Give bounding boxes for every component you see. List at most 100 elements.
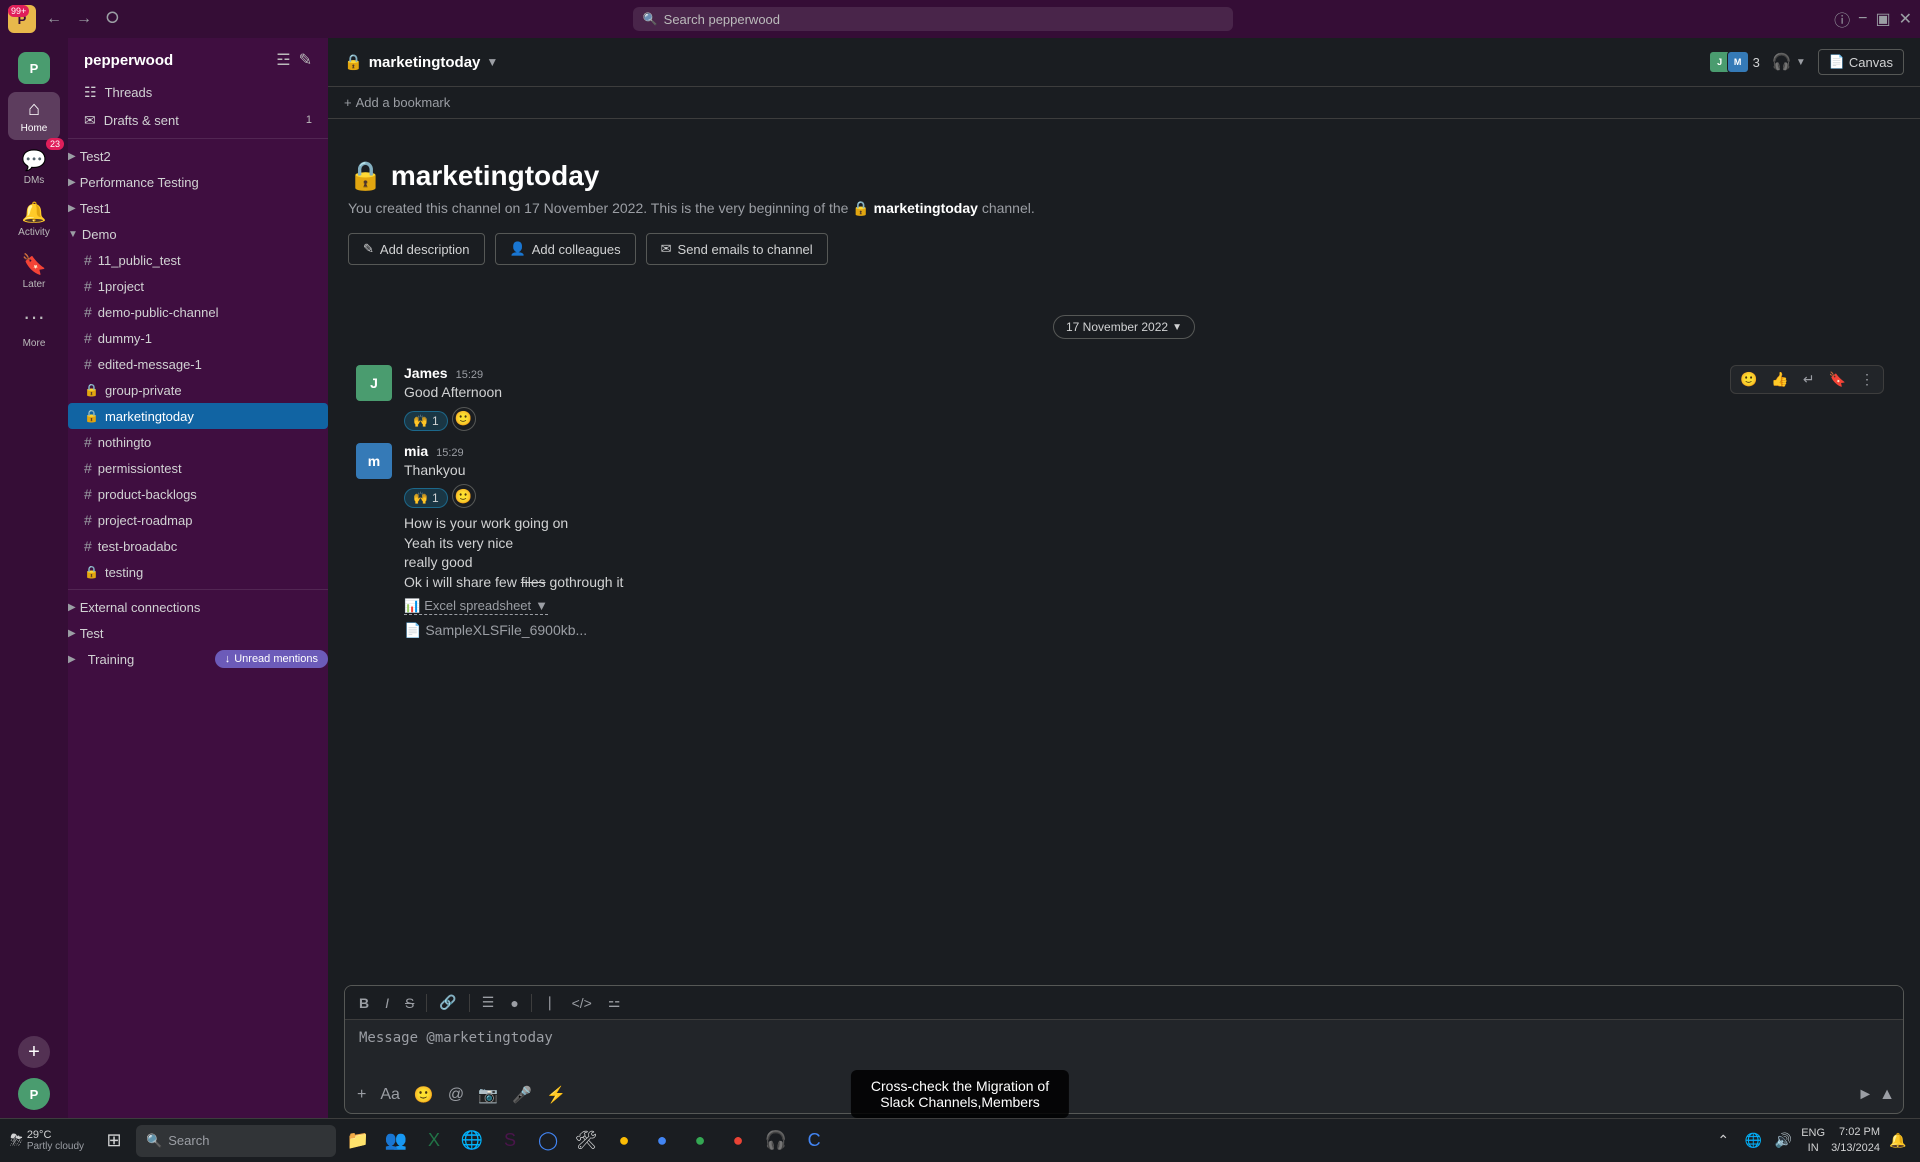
add-button[interactable]: + bbox=[353, 1082, 370, 1108]
sidebar-channel-test-broadabc[interactable]: # test-broadabc bbox=[68, 533, 328, 559]
code-button[interactable]: </> bbox=[566, 991, 598, 1015]
italic-button[interactable]: I bbox=[379, 991, 395, 1015]
table-button[interactable]: ⚍ bbox=[602, 990, 627, 1015]
sidebar-channel-1project[interactable]: # 1project bbox=[68, 273, 328, 299]
mention-button[interactable]: @ bbox=[444, 1082, 468, 1108]
strikethrough-button[interactable]: S bbox=[399, 991, 420, 1015]
sidebar-channel-nothingto[interactable]: # nothingto bbox=[68, 429, 328, 455]
unread-mentions-badge[interactable]: Unread mentions bbox=[215, 650, 328, 668]
sidebar-channel-marketingtoday[interactable]: 🔒 marketingtoday bbox=[68, 403, 328, 429]
sidebar-item-threads[interactable]: ☷ Threads bbox=[68, 78, 328, 106]
sidebar-channel-project-roadmap[interactable]: # project-roadmap bbox=[68, 507, 328, 533]
minimize-button[interactable]: − bbox=[1858, 10, 1867, 28]
block-quote-button[interactable]: ❘ bbox=[538, 990, 562, 1015]
network-icon[interactable]: 🌐 bbox=[1741, 1129, 1765, 1153]
nav-history-button[interactable]: ⭘ bbox=[102, 6, 123, 32]
taskbar-chrome4[interactable]: ● bbox=[682, 1123, 718, 1159]
link-button[interactable]: 🔗 bbox=[433, 990, 462, 1015]
add-workspace-button[interactable]: + bbox=[18, 1036, 50, 1068]
bookmark-action[interactable]: 🔖 bbox=[1824, 368, 1851, 391]
nav-back-button[interactable]: ← bbox=[42, 6, 66, 32]
start-button[interactable]: ⊞ bbox=[96, 1123, 132, 1159]
ordered-list-button[interactable]: ☰ bbox=[476, 990, 501, 1015]
sidebar-channel-testing[interactable]: 🔒 testing bbox=[68, 559, 328, 585]
taskbar-app2[interactable]: 🎧 bbox=[758, 1123, 794, 1159]
sidebar-channel-11public[interactable]: # 11_public_test bbox=[68, 247, 328, 273]
taskbar-chrome5[interactable]: ● bbox=[720, 1123, 756, 1159]
sidebar-item-training[interactable]: ▶ Training Unread mentions bbox=[68, 646, 328, 672]
sidebar-item-performance-testing[interactable]: ▶ Performance Testing bbox=[68, 169, 328, 195]
react-action[interactable]: 🙂 bbox=[1735, 368, 1762, 391]
date-pill[interactable]: 17 November 2022 ▼ bbox=[1053, 315, 1195, 339]
members-button[interactable]: J M 3 bbox=[1713, 51, 1760, 73]
font-button[interactable]: Aa bbox=[376, 1082, 404, 1108]
taskbar-ie[interactable]: 🌐 bbox=[454, 1123, 490, 1159]
sidebar-item-test1[interactable]: ▶ Test1 bbox=[68, 195, 328, 221]
unordered-list-button[interactable]: ● bbox=[504, 991, 524, 1015]
reply-action[interactable]: ↵ bbox=[1798, 368, 1820, 391]
notification-icon[interactable]: 🔔 bbox=[1886, 1129, 1910, 1153]
add-colleagues-button[interactable]: 👤 Add colleagues bbox=[495, 233, 636, 265]
taskbar-app1[interactable]: 🛠 bbox=[568, 1123, 604, 1159]
send-emails-button[interactable]: ✉ Send emails to channel bbox=[646, 233, 828, 265]
reaction-button[interactable]: 🙌 1 bbox=[404, 488, 448, 508]
sidebar-channel-permissiontest[interactable]: # permissiontest bbox=[68, 455, 328, 481]
message-input[interactable] bbox=[345, 1020, 1903, 1072]
sidebar-item-drafts[interactable]: ✉ Drafts & sent 1 bbox=[68, 106, 328, 134]
maximize-button[interactable]: ▣ bbox=[1875, 9, 1890, 29]
taskbar-chrome6[interactable]: C bbox=[796, 1123, 832, 1159]
taskbar-excel[interactable]: X bbox=[416, 1123, 452, 1159]
sidebar-item-later[interactable]: 🔖 Later bbox=[8, 246, 60, 296]
compose-icon[interactable]: ✎ bbox=[299, 50, 312, 70]
sidebar-item-external[interactable]: ▶ External connections bbox=[68, 594, 328, 620]
reaction-button[interactable]: 🙌 1 bbox=[404, 411, 448, 431]
sidebar-item-test2[interactable]: ▶ Test2 bbox=[68, 143, 328, 169]
search-bar[interactable]: 🔍 Search pepperwood bbox=[633, 7, 1233, 31]
sidebar-channel-demo-public[interactable]: # demo-public-channel bbox=[68, 299, 328, 325]
user-avatar[interactable]: P bbox=[18, 1078, 50, 1110]
shortcut-button[interactable]: ⚡ bbox=[542, 1081, 570, 1109]
more-action[interactable]: ⋮ bbox=[1855, 368, 1879, 391]
sidebar-channel-dummy1[interactable]: # dummy-1 bbox=[68, 325, 328, 351]
bold-button[interactable]: B bbox=[353, 991, 375, 1015]
emoji-button[interactable]: 🙂 bbox=[410, 1081, 438, 1109]
nav-forward-button[interactable]: → bbox=[72, 6, 96, 32]
message-area[interactable]: 🔒 marketingtoday You created this channe… bbox=[328, 119, 1920, 977]
sidebar-channel-product-backlogs[interactable]: # product-backlogs bbox=[68, 481, 328, 507]
camera-button[interactable]: 📷 bbox=[474, 1081, 502, 1109]
help-button[interactable]: ⓘ bbox=[1834, 7, 1850, 31]
taskbar-file-explorer[interactable]: 📁 bbox=[340, 1123, 376, 1159]
sidebar-item-demo[interactable]: ▼ Demo bbox=[68, 221, 328, 247]
taskbar-chrome2[interactable]: ● bbox=[606, 1123, 642, 1159]
audio-button[interactable]: 🎤 bbox=[508, 1081, 536, 1109]
send-button[interactable]: ► bbox=[1857, 1086, 1873, 1104]
add-reaction-button[interactable]: 🙂 bbox=[452, 407, 476, 431]
volume-icon[interactable]: 🔊 bbox=[1771, 1129, 1795, 1153]
channel-dropdown-arrow[interactable]: ▼ bbox=[486, 55, 498, 69]
chevron-up-icon[interactable]: ⌃ bbox=[1711, 1129, 1735, 1153]
more-apps-button[interactable]: ··· bbox=[17, 298, 51, 336]
taskbar-chrome3[interactable]: ● bbox=[644, 1123, 680, 1159]
canvas-button[interactable]: 📄 Canvas bbox=[1818, 49, 1904, 75]
expand-button[interactable]: ▲ bbox=[1879, 1086, 1895, 1104]
add-bookmark-button[interactable]: + Add a bookmark bbox=[344, 95, 450, 110]
sidebar-item-test[interactable]: ▶ Test bbox=[68, 620, 328, 646]
sidebar-item-activity[interactable]: 🔔 Activity bbox=[8, 194, 60, 244]
thumbsup-action[interactable]: 👍 bbox=[1766, 368, 1793, 391]
sidebar-item-workspace[interactable]: P bbox=[8, 46, 60, 90]
add-description-button[interactable]: ✎ Add description bbox=[348, 233, 485, 265]
close-button[interactable]: ✕ bbox=[1899, 9, 1912, 29]
taskbar-slack1[interactable]: S bbox=[492, 1123, 528, 1159]
sidebar-channel-group-private[interactable]: 🔒 group-private bbox=[68, 377, 328, 403]
add-reaction-button[interactable]: 🙂 bbox=[452, 484, 476, 508]
taskbar-teams[interactable]: 👥 bbox=[378, 1123, 414, 1159]
excel-link[interactable]: 📊 Excel spreadsheet ▼ bbox=[404, 598, 548, 615]
sidebar-channel-edited[interactable]: # edited-message-1 bbox=[68, 351, 328, 377]
taskbar-chrome1[interactable]: ◯ bbox=[530, 1123, 566, 1159]
huddle-button[interactable]: 🎧 ▼ bbox=[1772, 52, 1806, 72]
filter-icon[interactable]: ☲ bbox=[276, 50, 290, 70]
channel-intro: 🔒 marketingtoday You created this channe… bbox=[348, 139, 1900, 295]
sidebar-item-home[interactable]: ⌂ Home bbox=[8, 92, 60, 140]
taskbar-search[interactable]: 🔍 Search bbox=[136, 1125, 336, 1157]
sidebar-item-dms[interactable]: 💬 DMs 23 bbox=[8, 142, 60, 192]
